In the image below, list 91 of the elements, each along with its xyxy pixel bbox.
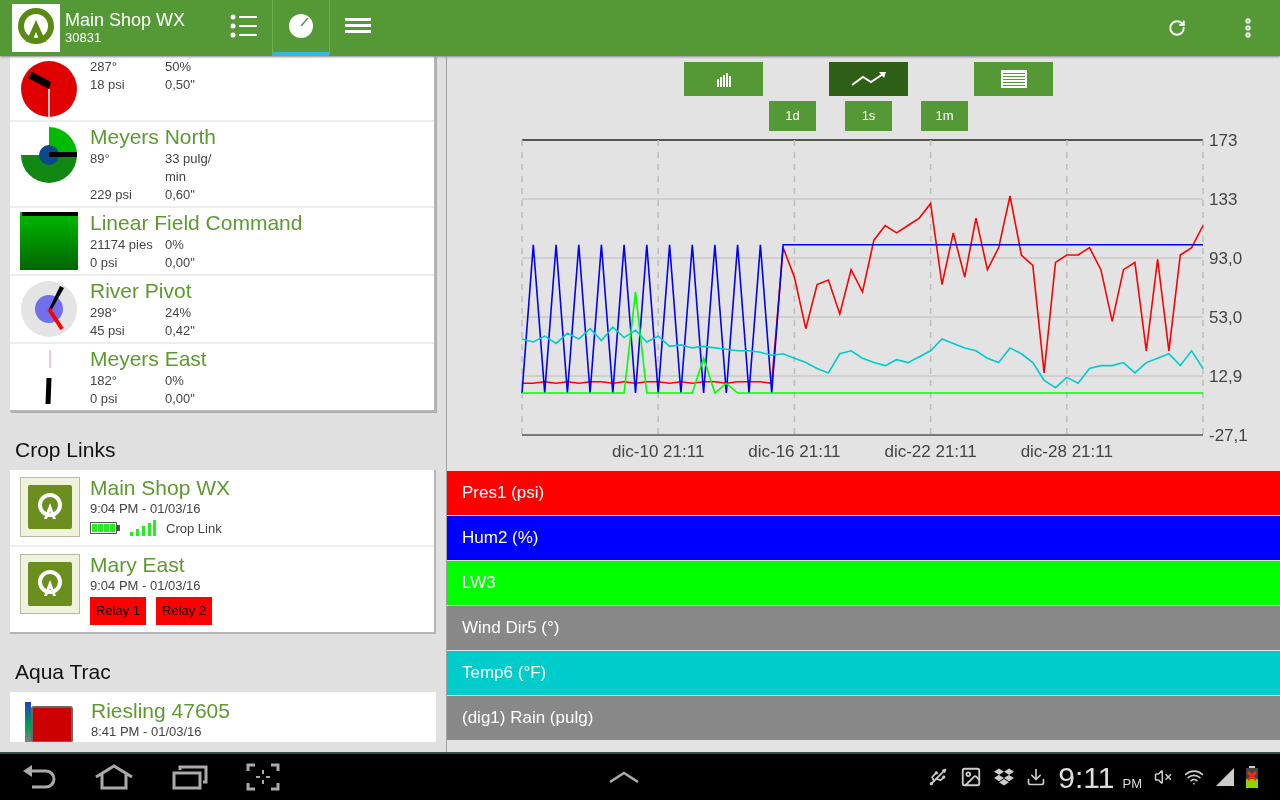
stat-value: 298° — [90, 304, 118, 322]
refresh-icon[interactable] — [1168, 19, 1186, 37]
series-legend-row[interactable]: Temp6 (°F) — [447, 651, 1280, 695]
series-legend-row[interactable]: (dig1) Rain (pulg) — [447, 696, 1280, 740]
relay-badge[interactable]: Relay 2 — [156, 597, 213, 625]
wifi-icon — [1184, 767, 1204, 787]
list-icon — [229, 14, 258, 38]
table-icon — [1000, 70, 1027, 88]
stat-value: 0% — [165, 372, 185, 390]
station-title: Main Shop WX — [65, 10, 187, 30]
linear-field-icon — [20, 212, 78, 270]
stat-value: 50% — [165, 58, 193, 76]
trend-line-icon — [850, 71, 887, 87]
stat-value: 0,00" — [165, 254, 196, 272]
line-chart-button[interactable] — [829, 62, 908, 96]
usb-icon — [928, 767, 949, 787]
stat-value: 33 pulg/ min — [165, 150, 213, 186]
menu-icon — [345, 18, 371, 34]
series-legend-row[interactable]: Hum2 (%) — [447, 516, 1280, 560]
stat-value: 0% — [165, 236, 185, 254]
bar-chart-button[interactable] — [684, 62, 763, 96]
stat-value: 0,00" — [165, 390, 196, 408]
recent-apps-icon[interactable] — [172, 764, 208, 790]
range-button[interactable]: 1d — [769, 101, 816, 131]
stat-value: 21174 pies — [90, 236, 154, 254]
timestamp: 9:04 PM - 01/03/16 — [90, 499, 202, 518]
field-name[interactable]: Linear Field Command — [90, 210, 303, 236]
stat-value: 0 psi — [90, 390, 119, 408]
y-tick-label: 173 — [1209, 131, 1238, 150]
stat-value: 89° — [90, 150, 111, 168]
mute-icon — [1154, 768, 1172, 786]
stat-value: 287° — [90, 58, 118, 76]
x-tick-label: dic-28 21:11 — [1020, 442, 1113, 461]
relay-badge[interactable]: Relay 1 — [90, 597, 147, 625]
x-tick-label: dic-10 21:11 — [612, 442, 705, 461]
pivot-icon — [20, 280, 78, 338]
stat-value: 18 psi — [90, 76, 126, 94]
battery-icon — [1246, 766, 1258, 788]
home-icon[interactable] — [94, 764, 134, 790]
timestamp: 8:41 PM - 01/03/16 — [91, 722, 203, 741]
table-button[interactable] — [974, 62, 1053, 96]
y-tick-label: 93,0 — [1209, 248, 1243, 268]
section-title: Crop Links — [15, 438, 116, 461]
field-name[interactable]: River Pivot — [90, 278, 215, 304]
clock-ampm: PM — [1122, 774, 1142, 793]
signal-icon — [130, 520, 156, 537]
field-name[interactable]: Meyers North — [90, 124, 217, 150]
image-icon — [960, 766, 983, 788]
station-name[interactable]: Mary East — [90, 554, 213, 576]
y-tick-label: 12,9 — [1209, 367, 1243, 387]
stat-value: 0,60" — [165, 186, 196, 204]
crop-link-icon — [20, 476, 80, 537]
series-legend-row[interactable]: Wind Dir5 (°) — [447, 606, 1280, 650]
download-icon — [1026, 767, 1047, 787]
pivot-icon — [45, 349, 53, 405]
stat-value: 229 psi — [90, 186, 133, 204]
stat-value: 24% — [165, 304, 193, 322]
y-tick-label: 53,0 — [1209, 307, 1243, 327]
y-tick-label: 133 — [1209, 189, 1238, 209]
stat-value: 182° — [90, 372, 118, 390]
station-name[interactable]: Main Shop WX — [90, 476, 231, 499]
stat-value: 0,42" — [165, 322, 196, 340]
y-tick-label: -27,1 — [1209, 426, 1248, 445]
tank-icon — [25, 701, 75, 742]
link-label: Crop Link — [166, 519, 222, 538]
chevron-up-icon[interactable] — [609, 771, 640, 783]
crop-link-icon — [20, 554, 80, 614]
series-legend-row[interactable]: Pres1 (psi) — [447, 471, 1280, 515]
gauge-icon — [288, 13, 314, 39]
screenshot-icon[interactable] — [246, 763, 280, 791]
signal-icon — [1216, 768, 1234, 786]
stat-value: 45 psi — [90, 322, 126, 340]
logo-icon — [12, 4, 60, 52]
dropbox-icon — [994, 767, 1015, 787]
battery-icon — [90, 522, 120, 535]
pivot-icon — [20, 60, 78, 118]
stat-value: 0,50" — [165, 76, 196, 94]
clock-time: 9:11 — [1058, 759, 1115, 796]
section-title: Aqua Trac — [15, 660, 111, 683]
back-icon[interactable] — [22, 765, 56, 789]
range-button[interactable]: 1s — [845, 101, 892, 131]
pivot-icon — [20, 126, 78, 184]
station-name[interactable]: Riesling 47605 — [91, 699, 230, 722]
x-tick-label: dic-16 21:11 — [748, 442, 841, 461]
bar-chart-icon — [715, 71, 732, 87]
field-name[interactable]: Meyers East — [90, 346, 215, 372]
x-tick-label: dic-22 21:11 — [884, 442, 977, 461]
timestamp: 9:04 PM - 01/03/16 — [90, 577, 202, 595]
range-button[interactable]: 1m — [921, 101, 968, 131]
station-id: 30831 — [65, 30, 103, 46]
stat-value: 0 psi — [90, 254, 119, 272]
